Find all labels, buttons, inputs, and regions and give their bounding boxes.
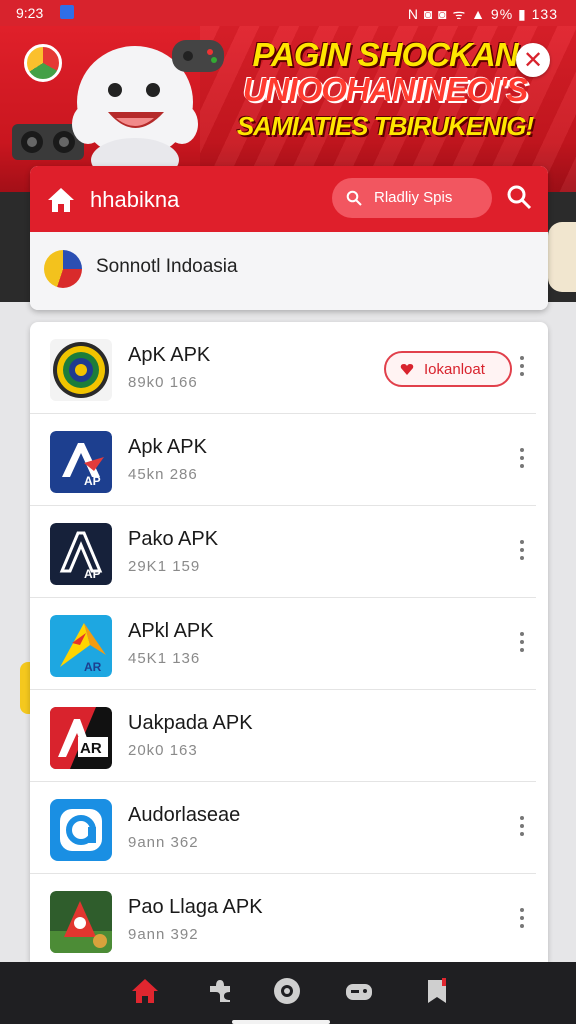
more-options-icon[interactable] bbox=[518, 448, 526, 472]
app-icon bbox=[50, 799, 112, 861]
app-meta: 9ann 362 bbox=[128, 834, 199, 851]
settings-icon[interactable] bbox=[272, 976, 302, 1006]
app-name: APkl APK bbox=[128, 620, 214, 642]
region-label: Sonnotl Indoasia bbox=[96, 256, 238, 277]
background-graphic bbox=[548, 222, 576, 292]
app-name: ApK APK bbox=[128, 344, 211, 366]
search-header-card: hhabikna Rladliy Spis Sonnotl Indoasia bbox=[30, 166, 548, 310]
more-options-icon[interactable] bbox=[518, 908, 526, 932]
app-icon: AR bbox=[50, 615, 112, 677]
bookmark-icon[interactable] bbox=[422, 976, 452, 1006]
app-list-item[interactable]: AP Apk APK 45kn 286 bbox=[30, 414, 548, 506]
home-icon[interactable] bbox=[130, 976, 160, 1006]
app-icon bbox=[50, 891, 112, 953]
app-name: Audorlaseae bbox=[128, 804, 241, 826]
flag-icon bbox=[44, 250, 82, 288]
status-indicators: N ◙ ◙ ᯤ ▲ 9% ▮ 133 bbox=[407, 6, 558, 22]
banner-line-3: SAMIATIES TBIRUKENIG! bbox=[236, 111, 534, 142]
app-name: Apk APK bbox=[128, 436, 207, 458]
status-time: 9:23 bbox=[16, 5, 44, 21]
app-meta: 45kn 286 bbox=[128, 466, 198, 483]
app-name: Uakpada APK bbox=[128, 712, 253, 734]
svg-text:AP: AP bbox=[84, 474, 101, 488]
app-meta: 20k0 163 bbox=[128, 742, 198, 759]
bottom-navigation bbox=[0, 962, 576, 1024]
app-icon: AP bbox=[50, 431, 112, 493]
app-name: Pao Llaga APK bbox=[128, 896, 263, 918]
search-icon[interactable] bbox=[506, 184, 532, 210]
app-list-item[interactable]: AR Uakpada APK 20k0 163 bbox=[30, 690, 548, 782]
app-list-item[interactable]: Audorlaseae 9ann 362 bbox=[30, 782, 548, 874]
app-meta: 89k0 166 bbox=[128, 374, 198, 391]
more-options-icon[interactable] bbox=[518, 356, 526, 380]
app-brand-name: hhabikna bbox=[90, 187, 180, 212]
app-name: Pako APK bbox=[128, 528, 219, 550]
heart-icon bbox=[400, 364, 414, 375]
app-meta: 9ann 392 bbox=[128, 926, 199, 943]
more-options-icon[interactable] bbox=[518, 632, 526, 656]
home-icon[interactable] bbox=[46, 186, 76, 214]
app-list-item[interactable]: AP Pako APK 29K1 159 bbox=[30, 506, 548, 598]
svg-text:AP: AP bbox=[84, 567, 101, 581]
app-list-item[interactable]: AR APkl APK 45K1 136 bbox=[30, 598, 548, 690]
app-icon: AR bbox=[50, 707, 112, 769]
gamepad-icon[interactable] bbox=[344, 976, 374, 1006]
banner-headline: PAGIN SHOCKAN UNIOOHANINEOI'S SAMIATIES … bbox=[220, 36, 550, 142]
svg-text:AR: AR bbox=[80, 740, 102, 757]
app-list: ApK APK 89k0 166 Iokanloat AP Apk APK 45… bbox=[30, 322, 548, 962]
search-placeholder: Rladliy Spis bbox=[374, 189, 453, 206]
more-options-icon[interactable] bbox=[518, 540, 526, 564]
app-list-item[interactable]: ApK APK 89k0 166 Iokanloat bbox=[30, 322, 548, 414]
download-button-label: Iokanloat bbox=[424, 361, 485, 378]
app-header: hhabikna Rladliy Spis bbox=[30, 166, 548, 232]
app-meta: 29K1 159 bbox=[128, 558, 201, 575]
app-icon bbox=[50, 339, 112, 401]
notification-icon bbox=[60, 5, 74, 19]
app-icon: AP bbox=[50, 523, 112, 585]
home-indicator[interactable] bbox=[232, 1020, 330, 1024]
app-list-item[interactable]: Pao Llaga APK 9ann 392 bbox=[30, 874, 548, 962]
svg-text:AR: AR bbox=[84, 660, 102, 674]
more-options-icon[interactable] bbox=[518, 816, 526, 840]
banner-line-2: UNIOOHANINEOI'S bbox=[242, 70, 528, 108]
banner-line-1: PAGIN SHOCKAN bbox=[252, 36, 518, 73]
status-bar: 9:23 N ◙ ◙ ᯤ ▲ 9% ▮ 133 bbox=[0, 0, 576, 26]
close-icon[interactable]: ✕ bbox=[516, 43, 550, 77]
search-input[interactable]: Rladliy Spis bbox=[332, 178, 492, 218]
app-meta: 45K1 136 bbox=[128, 650, 201, 667]
region-selector[interactable]: Sonnotl Indoasia bbox=[30, 232, 548, 310]
search-icon bbox=[346, 190, 362, 206]
puzzle-icon[interactable] bbox=[204, 976, 234, 1006]
gamepad-graphic bbox=[172, 40, 224, 72]
browser-logo-icon bbox=[24, 44, 62, 82]
download-button[interactable]: Iokanloat bbox=[384, 351, 512, 387]
